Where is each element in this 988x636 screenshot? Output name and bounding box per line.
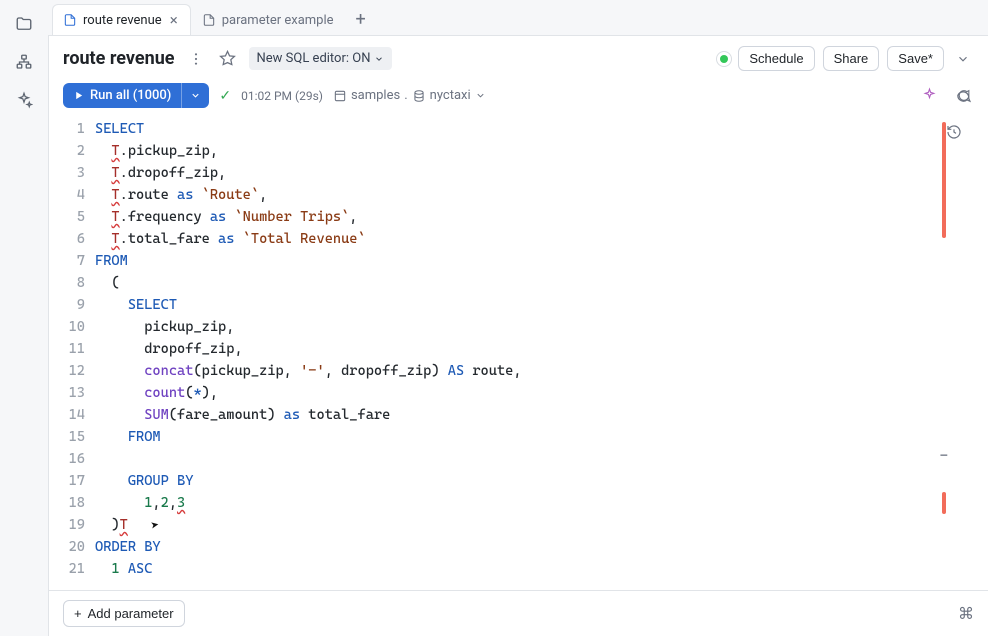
code-line[interactable]: SELECT <box>95 294 944 316</box>
code-line[interactable]: GROUP BY <box>95 470 944 492</box>
code-line[interactable]: )T <box>95 514 944 536</box>
main-area: route revenue × parameter example + rout… <box>48 0 988 636</box>
plus-icon: + <box>74 606 82 621</box>
code-line[interactable]: SELECT <box>95 118 944 140</box>
code-content[interactable]: − ➤ SELECT T.pickup_zip, T.dropoff_zip, … <box>95 118 968 590</box>
database-icon <box>412 89 426 103</box>
close-icon[interactable]: × <box>168 11 180 29</box>
code-line[interactable]: T.dropoff_zip, <box>95 162 944 184</box>
kebab-menu-icon[interactable] <box>185 48 207 70</box>
code-line[interactable]: ORDER BY <box>95 536 944 558</box>
code-line[interactable] <box>95 448 944 470</box>
line-gutter: 123456789101112131415161718192021 <box>49 118 95 590</box>
catalog-icon <box>333 89 347 103</box>
check-icon: ✓ <box>219 88 231 104</box>
share-button[interactable]: Share <box>823 46 880 71</box>
code-line[interactable]: pickup_zip, <box>95 316 944 338</box>
run-dropdown-icon[interactable] <box>181 83 209 108</box>
code-line[interactable]: T.total_fare as `Total Revenue` <box>95 228 944 250</box>
run-all-button[interactable]: Run all (1000) <box>63 83 209 108</box>
new-tab-button[interactable]: + <box>345 4 377 35</box>
tab-label: parameter example <box>222 13 334 28</box>
collapse-icon[interactable]: − <box>940 448 948 464</box>
run-timestamp: 01:02 PM (29s) <box>241 89 323 103</box>
sql-file-icon <box>202 13 216 27</box>
code-line[interactable]: concat(pickup_zip, '-', dropoff_zip) AS … <box>95 360 944 382</box>
tab-route-revenue[interactable]: route revenue × <box>52 4 191 35</box>
footer: + Add parameter ⌘ <box>49 590 988 636</box>
code-line[interactable]: FROM <box>95 250 944 272</box>
code-line[interactable]: ( <box>95 272 944 294</box>
page-title: route revenue <box>63 48 175 69</box>
code-line[interactable]: dropoff_zip, <box>95 338 944 360</box>
code-editor[interactable]: 123456789101112131415161718192021 − ➤ SE… <box>49 118 988 590</box>
catalog-selector[interactable]: samples . nyctaxi <box>333 88 486 103</box>
left-rail <box>0 0 48 636</box>
code-line[interactable]: 1 ASC <box>95 558 944 580</box>
comment-icon[interactable] <box>952 85 974 107</box>
keyboard-shortcut-icon[interactable]: ⌘ <box>958 604 974 623</box>
sql-file-icon <box>63 13 77 27</box>
chevron-down-icon[interactable] <box>952 48 974 70</box>
history-icon[interactable] <box>946 124 962 140</box>
chevron-down-icon <box>475 90 486 101</box>
code-line[interactable]: count(*), <box>95 382 944 404</box>
sql-editor-toggle[interactable]: New SQL editor: ON <box>249 47 393 70</box>
save-button[interactable]: Save* <box>887 46 944 71</box>
schema-icon[interactable] <box>14 52 34 72</box>
toolbar: Run all (1000) ✓ 01:02 PM (29s) samples … <box>49 79 988 118</box>
ai-assist-icon[interactable] <box>918 85 940 107</box>
status-indicator-icon <box>720 55 728 63</box>
code-line[interactable]: T.frequency as `Number Trips`, <box>95 206 944 228</box>
tab-parameter-example[interactable]: parameter example <box>191 4 345 35</box>
add-parameter-button[interactable]: + Add parameter <box>63 600 185 627</box>
code-line[interactable]: SUM(fare_amount) as total_fare <box>95 404 944 426</box>
code-line[interactable]: T.pickup_zip, <box>95 140 944 162</box>
play-icon <box>73 90 84 101</box>
schedule-button[interactable]: Schedule <box>738 46 814 71</box>
tabbar: route revenue × parameter example + <box>48 0 988 36</box>
code-line[interactable]: T.route as `Route`, <box>95 184 944 206</box>
header: route revenue New SQL editor: ON Schedul… <box>49 36 988 79</box>
star-icon[interactable] <box>217 48 239 70</box>
folder-icon[interactable] <box>14 14 34 34</box>
tab-label: route revenue <box>83 13 162 28</box>
code-line[interactable]: FROM <box>95 426 944 448</box>
code-line[interactable]: 1,2,3 <box>95 492 944 514</box>
ai-sparkle-icon[interactable] <box>14 90 34 110</box>
